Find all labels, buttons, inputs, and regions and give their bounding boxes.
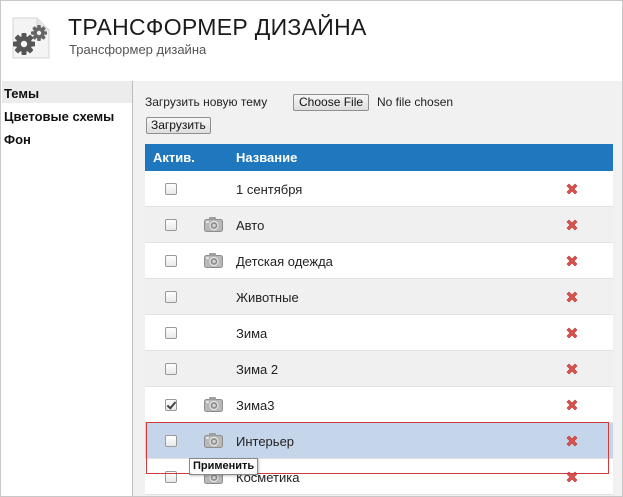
active-checkbox[interactable]	[165, 255, 177, 267]
delete-icon[interactable]	[565, 326, 579, 340]
delete-icon[interactable]	[565, 182, 579, 196]
page-subtitle: Трансформер дизайна	[69, 42, 207, 57]
camera-icon[interactable]	[204, 252, 223, 268]
delete-icon[interactable]	[565, 254, 579, 268]
choose-file-button[interactable]: Choose File	[293, 94, 370, 111]
table-row[interactable]: Животные	[145, 279, 613, 315]
camera-icon[interactable]	[204, 216, 223, 232]
table-row[interactable]: Зима 2	[145, 351, 613, 387]
table-row[interactable]: Детская одежда	[145, 243, 613, 279]
sidebar: Темы Цветовые схемы Фон	[2, 81, 132, 496]
active-checkbox[interactable]	[165, 291, 177, 303]
sidebar-item-themes[interactable]: Темы	[4, 86, 39, 101]
delete-icon[interactable]	[565, 470, 579, 484]
table-header: Актив. Название	[145, 144, 613, 171]
theme-name: 1 сентября	[236, 182, 303, 197]
theme-name: Зима	[236, 326, 268, 341]
page-title: ТРАНСФОРМЕР ДИЗАЙНА	[68, 14, 367, 40]
column-header-active[interactable]: Актив.	[153, 150, 195, 165]
theme-name: Интерьер	[236, 434, 295, 449]
theme-name: Авто	[236, 218, 265, 233]
theme-name: Животные	[236, 290, 299, 305]
delete-icon[interactable]	[565, 434, 579, 448]
header: ТРАНСФОРМЕР ДИЗАЙНА Трансформер дизайна	[2, 2, 622, 80]
column-header-name[interactable]: Название	[236, 150, 297, 165]
table-row[interactable]: Авто	[145, 207, 613, 243]
sidebar-item-background[interactable]: Фон	[4, 132, 31, 147]
table-row[interactable]: Зима3	[145, 387, 613, 423]
theme-name: Зима 2	[236, 362, 279, 377]
table-row[interactable]: Интерьер	[145, 423, 613, 459]
file-status-text: No file chosen	[377, 95, 454, 109]
delete-icon[interactable]	[565, 218, 579, 232]
active-checkbox[interactable]	[165, 363, 177, 375]
active-checkbox[interactable]	[165, 183, 177, 195]
sidebar-item-color-schemes[interactable]: Цветовые схемы	[4, 109, 114, 124]
apply-tooltip: Применить	[189, 458, 259, 475]
theme-name: Детская одежда	[236, 254, 333, 269]
delete-icon[interactable]	[565, 398, 579, 412]
camera-icon[interactable]	[204, 396, 223, 412]
active-checkbox[interactable]	[165, 399, 177, 411]
theme-name: Зима3	[236, 398, 275, 413]
active-checkbox[interactable]	[165, 219, 177, 231]
active-checkbox[interactable]	[165, 327, 177, 339]
active-checkbox[interactable]	[165, 471, 177, 483]
table-row[interactable]: 1 сентября	[145, 171, 613, 207]
delete-icon[interactable]	[565, 362, 579, 376]
upload-button[interactable]: Загрузить	[146, 117, 211, 134]
delete-icon[interactable]	[565, 290, 579, 304]
app-window: ТРАНСФОРМЕР ДИЗАЙНА Трансформер дизайна …	[0, 0, 623, 497]
table-row[interactable]: Зима	[145, 315, 613, 351]
active-checkbox[interactable]	[165, 435, 177, 447]
themes-table: Актив. Название 1 сентября Авто Детская од…	[145, 144, 613, 496]
gears-icon	[12, 17, 50, 59]
upload-label: Загрузить новую тему	[145, 95, 268, 109]
camera-icon[interactable]	[204, 432, 223, 448]
